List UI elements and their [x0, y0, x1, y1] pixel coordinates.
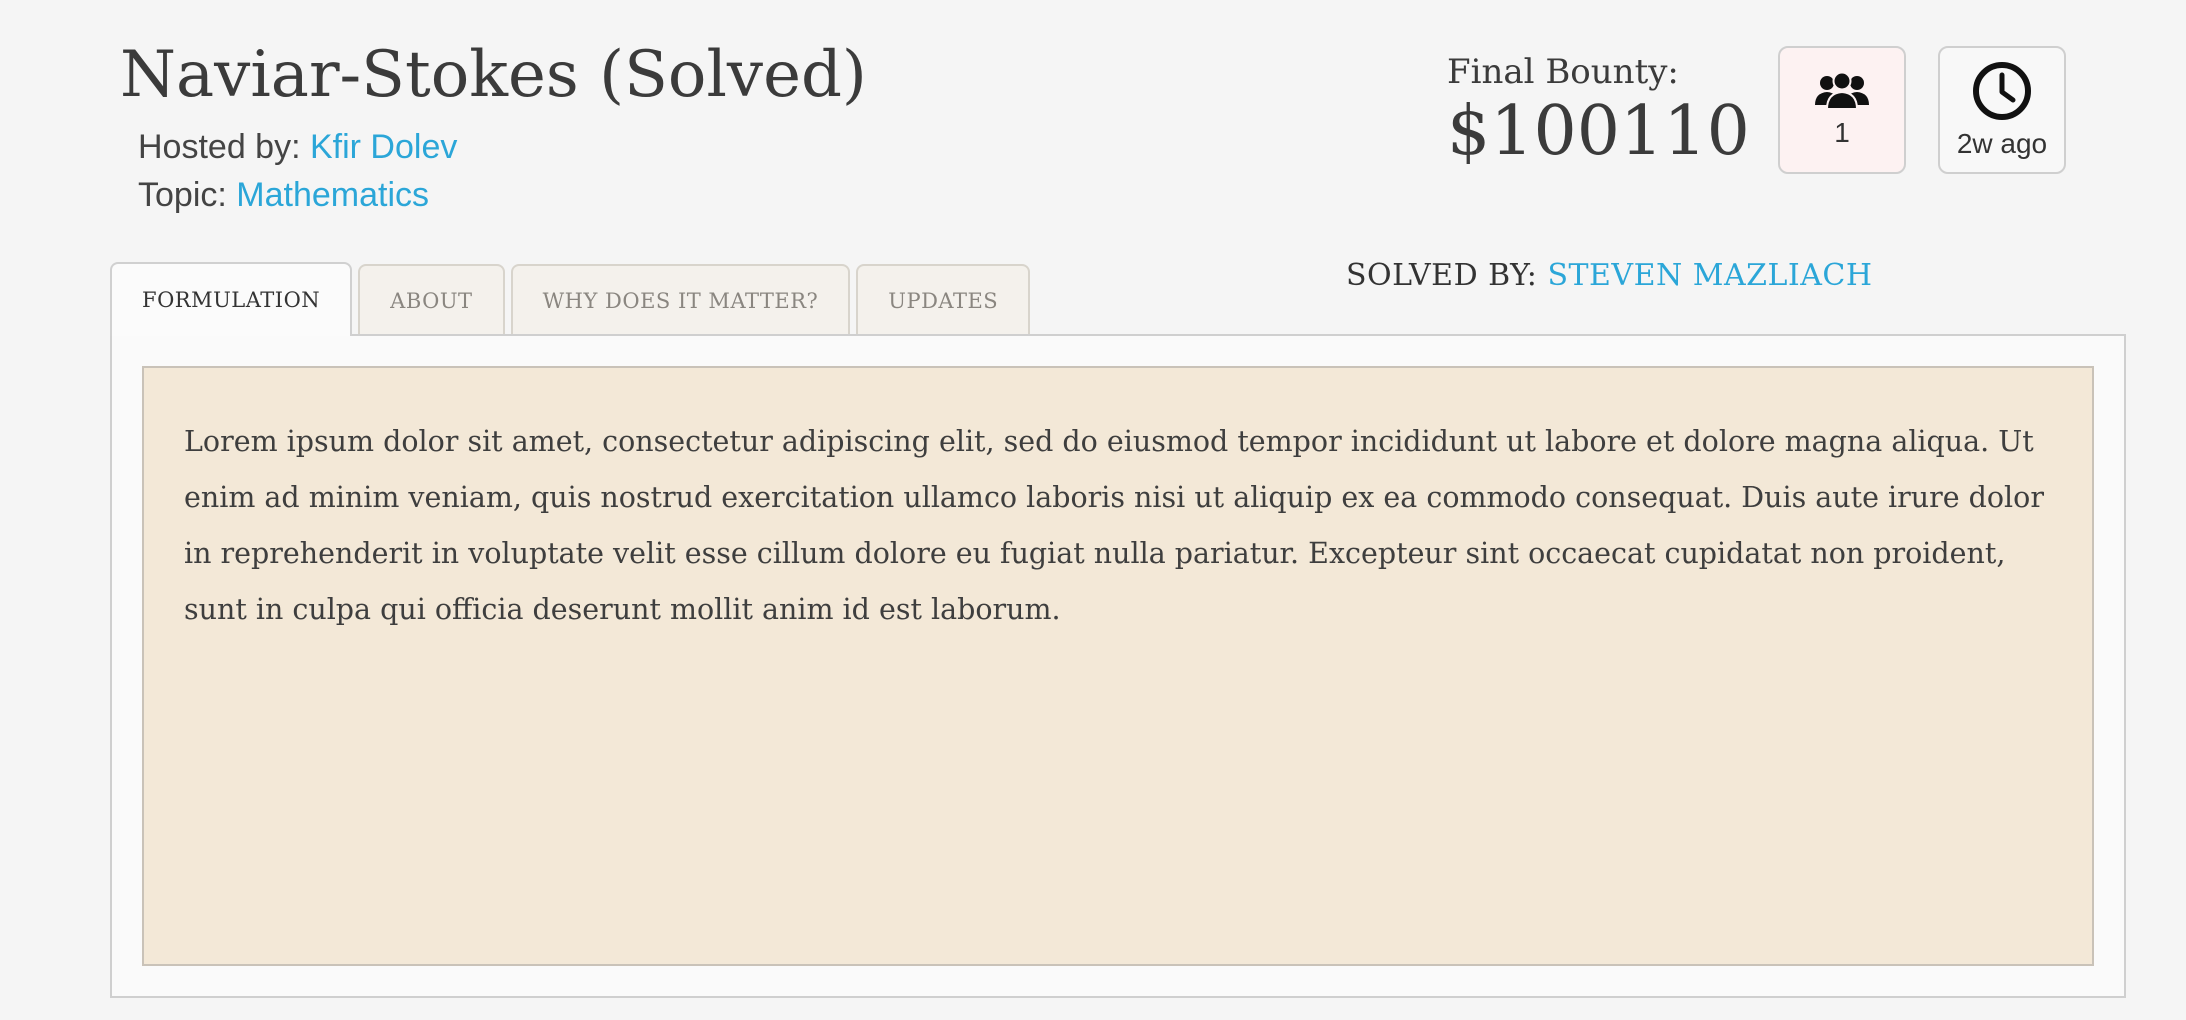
page-title: Naviar-Stokes (Solved) — [120, 38, 867, 112]
tab-panel: Lorem ipsum dolor sit amet, consectetur … — [110, 334, 2126, 998]
participants-box[interactable]: 1 — [1778, 46, 1906, 174]
time-box[interactable]: 2w ago — [1938, 46, 2066, 174]
bounty-label: Final Bounty: — [1447, 52, 1679, 92]
solved-by: SOLVED BY: STEVEN MAZLIACH — [1346, 258, 1873, 293]
bounty-value: $100110 — [1447, 92, 1750, 171]
formulation-content: Lorem ipsum dolor sit amet, consectetur … — [142, 366, 2094, 966]
solved-by-label: SOLVED BY: — [1346, 258, 1538, 293]
formulation-text: Lorem ipsum dolor sit amet, consectetur … — [184, 425, 2044, 626]
clock-icon — [1973, 62, 2031, 120]
tab-formulation[interactable]: FORMULATION — [110, 262, 353, 336]
tab-why-does-it-matter[interactable]: WHY DOES IT MATTER? — [510, 264, 851, 336]
participants-count: 1 — [1834, 117, 1850, 148]
time-ago: 2w ago — [1956, 128, 2048, 159]
topic-line: Topic: Mathematics — [138, 176, 429, 215]
people-icon — [1815, 71, 1869, 110]
hosted-by-label: Hosted by: — [138, 128, 301, 166]
topic-link[interactable]: Mathematics — [236, 176, 429, 214]
solver-link[interactable]: STEVEN MAZLIACH — [1547, 258, 1872, 293]
hosted-by-line: Hosted by: Kfir Dolev — [138, 128, 457, 167]
tab-updates[interactable]: UPDATES — [856, 264, 1031, 336]
tab-bar: FORMULATION ABOUT WHY DOES IT MATTER? UP… — [110, 262, 1031, 336]
topic-label: Topic: — [138, 176, 227, 214]
host-link[interactable]: Kfir Dolev — [310, 128, 457, 166]
tab-about[interactable]: ABOUT — [358, 264, 505, 336]
